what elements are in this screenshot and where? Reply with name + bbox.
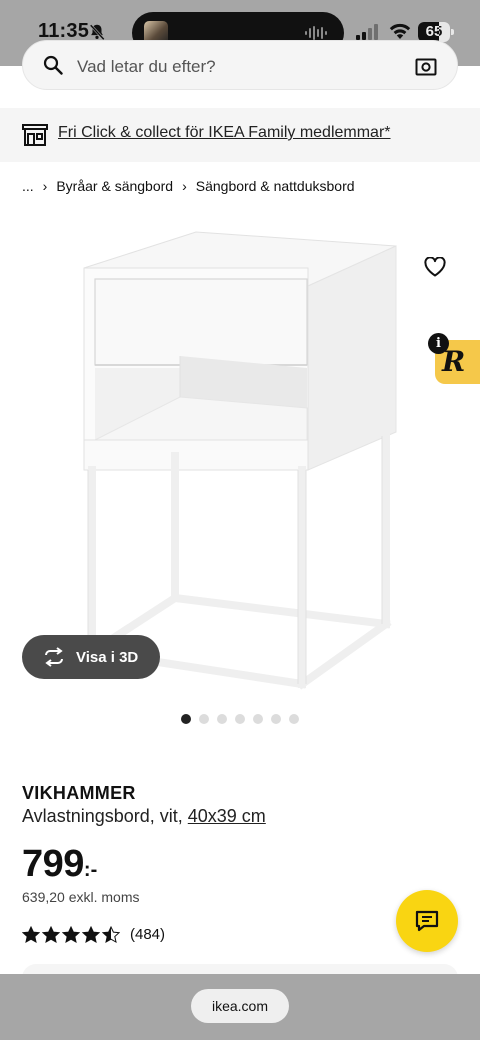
breadcrumb-item[interactable]: Sängbord & nattduksbord	[196, 178, 355, 194]
battery-level: 65	[425, 23, 443, 40]
signal-icon	[356, 24, 378, 40]
browser-bottom-bar: ikea.com	[0, 974, 480, 1040]
carousel-dot[interactable]	[235, 714, 245, 724]
search-bar[interactable]	[22, 40, 458, 90]
camera-icon[interactable]	[415, 56, 437, 76]
rating[interactable]: (484)	[22, 926, 165, 943]
star-icon	[42, 926, 60, 943]
product-name: VIKHAMMER	[22, 783, 136, 803]
wifi-icon	[389, 23, 411, 39]
price-ex-vat: 639,20 exkl. moms	[22, 889, 140, 905]
star-icon	[62, 926, 80, 943]
heart-icon	[424, 257, 446, 277]
url-bar[interactable]: ikea.com	[191, 989, 289, 1023]
view-3d-label: Visa i 3D	[76, 649, 139, 666]
breadcrumb-ellipsis[interactable]: ...	[22, 178, 34, 194]
search-icon	[43, 55, 63, 75]
product-size-link[interactable]: 40x39 cm	[188, 806, 266, 826]
promo-banner: Fri Click & collect för IKEA Family medl…	[0, 108, 480, 162]
carousel-dot[interactable]	[181, 714, 191, 724]
wishlist-button[interactable]	[420, 252, 450, 282]
star-icon	[22, 926, 40, 943]
review-count: (484)	[130, 926, 166, 943]
info-icon[interactable]: i	[428, 333, 449, 354]
chevron-right-icon: ›	[42, 178, 48, 194]
carousel-dot[interactable]	[199, 714, 209, 724]
chevron-right-icon: ›	[182, 178, 187, 194]
product-description: Avlastningsbord, vit, 40x39 cm	[22, 806, 266, 827]
bell-slash-icon	[89, 24, 105, 41]
product-image[interactable]	[62, 222, 418, 696]
carousel-dots	[181, 714, 299, 724]
carousel-dot[interactable]	[271, 714, 281, 724]
store-icon	[22, 124, 48, 146]
audio-wave-icon	[305, 26, 327, 40]
price-suffix: :-	[83, 859, 98, 881]
price-value: 799	[22, 843, 84, 885]
star-icon	[102, 926, 120, 943]
rating-stars	[22, 926, 120, 943]
chat-icon	[415, 910, 439, 932]
price: 799 :-	[22, 842, 97, 886]
carousel-dot[interactable]	[253, 714, 263, 724]
battery-icon: 65	[418, 22, 454, 42]
view-3d-button[interactable]: Visa i 3D	[22, 635, 160, 679]
breadcrumb: ... › Byråar & sängbord › Sängbord & nat…	[22, 177, 355, 195]
breadcrumb-item[interactable]: Byråar & sängbord	[56, 178, 173, 194]
rotate-3d-icon	[45, 647, 63, 667]
carousel-dot[interactable]	[289, 714, 299, 724]
search-input[interactable]	[77, 57, 397, 77]
carousel-dot[interactable]	[217, 714, 227, 724]
chat-button[interactable]	[396, 890, 458, 952]
promo-link[interactable]: Fri Click & collect för IKEA Family medl…	[58, 124, 391, 142]
star-icon	[82, 926, 100, 943]
product-type: Avlastningsbord, vit,	[22, 806, 188, 826]
